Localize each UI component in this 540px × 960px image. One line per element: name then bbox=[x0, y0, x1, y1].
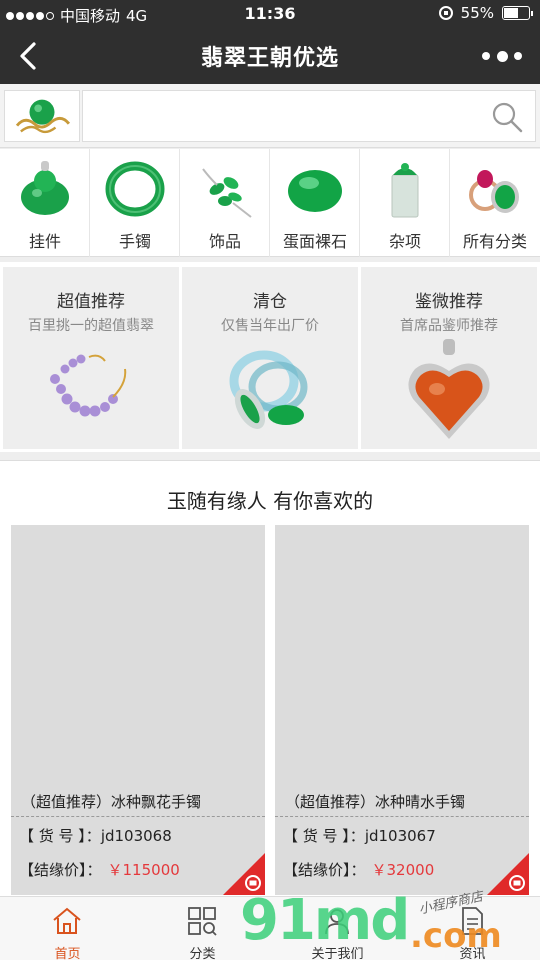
search-input[interactable] bbox=[82, 90, 536, 142]
product-image[interactable] bbox=[275, 525, 529, 783]
category-label: 蛋面裸石 bbox=[282, 232, 347, 251]
category-cabochon[interactable]: 蛋面裸石 bbox=[270, 149, 360, 257]
product-code-label: 【 货 号 】： bbox=[19, 827, 101, 845]
product-price-label: 【结缘价】： bbox=[283, 861, 366, 879]
battery-percent: 55% bbox=[460, 4, 494, 22]
jade-cabochon-icon bbox=[288, 170, 342, 212]
promo-title: 超值推荐 bbox=[57, 292, 125, 312]
product-price: ￥115000 bbox=[107, 861, 180, 879]
category-label: 所有分类 bbox=[462, 232, 527, 251]
document-icon bbox=[462, 907, 483, 935]
jade-bracelet-icon bbox=[105, 161, 165, 217]
product-price-label: 【结缘价】： bbox=[19, 861, 102, 879]
category-accessory[interactable]: 饰品 bbox=[180, 149, 270, 257]
jade-clearance-image bbox=[229, 350, 308, 429]
jade-seal-icon bbox=[391, 163, 419, 218]
video-badge-icon[interactable] bbox=[223, 853, 265, 895]
brand-logo[interactable] bbox=[4, 90, 80, 142]
amber-heart-pendant-image bbox=[408, 339, 490, 439]
tab-label: 首页 bbox=[54, 947, 81, 960]
category-label: 饰品 bbox=[208, 232, 241, 251]
product-card[interactable]: （超值推荐）冰种飘花手镯 【 货 号 】：jd103068 【结缘价】： ￥115… bbox=[11, 525, 265, 895]
tab-bar: 首页 分类 关于我们 资讯 bbox=[0, 896, 540, 960]
promo-subtitle: 百里挑一的超值翡翠 bbox=[28, 318, 154, 334]
promo-section: 超值推荐 百里挑一的超值翡翠 清仓 仅售当年出厂价 鉴微推荐 首席品鉴师推荐 bbox=[0, 262, 540, 452]
video-badge-icon[interactable] bbox=[487, 853, 529, 895]
users-icon bbox=[325, 909, 349, 935]
category-pendant[interactable]: 挂件 bbox=[0, 149, 90, 257]
category-grid: 挂件 手镯 饰品 蛋面裸石 杂项 所有分类 bbox=[0, 149, 540, 257]
tab-about[interactable]: 关于我们 bbox=[270, 897, 405, 960]
promo-value-recommend[interactable]: 超值推荐 百里挑一的超值翡翠 bbox=[3, 267, 179, 449]
status-bar: 中国移动 4G 11:36 55% bbox=[0, 0, 540, 28]
category-misc[interactable]: 杂项 bbox=[360, 149, 450, 257]
promo-title: 清仓 bbox=[253, 292, 287, 312]
product-code: jd103068 bbox=[100, 827, 172, 845]
jade-pendant-icon bbox=[21, 161, 69, 215]
promo-subtitle: 仅售当年出厂价 bbox=[221, 318, 319, 334]
tab-label: 分类 bbox=[189, 947, 216, 960]
grid-icon bbox=[188, 907, 217, 936]
page-title: 翡翠王朝优选 bbox=[200, 46, 339, 71]
search-icon[interactable] bbox=[491, 101, 523, 133]
product-grid: （超值推荐）冰种飘花手镯 【 货 号 】：jd103068 【结缘价】： ￥115… bbox=[0, 522, 540, 896]
jade-ring-icon bbox=[469, 170, 519, 213]
product-code-row: 【 货 号 】：jd103068 bbox=[11, 817, 265, 851]
product-name: （超值推荐）冰种飘花手镯 bbox=[11, 783, 265, 817]
product-name: （超值推荐）冰种晴水手镯 bbox=[275, 783, 529, 817]
category-bracelet[interactable]: 手镯 bbox=[90, 149, 180, 257]
tab-label: 关于我们 bbox=[311, 947, 364, 960]
category-label: 杂项 bbox=[388, 232, 421, 251]
tab-news[interactable]: 资讯 bbox=[405, 897, 540, 960]
jade-brooch-icon bbox=[202, 168, 252, 218]
product-price: ￥32000 bbox=[371, 861, 435, 879]
top-bar: 中国移动 4G 11:36 55% 翡翠王朝优选 bbox=[0, 0, 540, 84]
promo-expert-recommend[interactable]: 鉴微推荐 首席品鉴师推荐 bbox=[361, 267, 537, 449]
status-right: 55% bbox=[438, 4, 533, 22]
promo-title: 鉴微推荐 bbox=[415, 292, 483, 312]
navbar: 翡翠王朝优选 bbox=[0, 28, 540, 84]
tab-home[interactable]: 首页 bbox=[0, 897, 135, 960]
tab-category[interactable]: 分类 bbox=[135, 897, 270, 960]
search-bar bbox=[0, 84, 540, 148]
more-menu-button[interactable] bbox=[482, 44, 522, 68]
product-card[interactable]: （超值推荐）冰种晴水手镯 【 货 号 】：jd103067 【结缘价】： ￥320… bbox=[275, 525, 529, 895]
product-code-label: 【 货 号 】： bbox=[283, 827, 365, 845]
product-image[interactable] bbox=[11, 525, 265, 783]
product-code-row: 【 货 号 】：jd103067 bbox=[275, 817, 529, 851]
rotation-lock-icon bbox=[438, 6, 453, 20]
promo-clearance[interactable]: 清仓 仅售当年出厂价 bbox=[182, 267, 358, 449]
battery-icon bbox=[502, 6, 533, 20]
home-icon bbox=[53, 907, 81, 934]
tab-label: 资讯 bbox=[459, 947, 486, 960]
category-label: 手镯 bbox=[118, 232, 151, 251]
product-code: jd103067 bbox=[364, 827, 436, 845]
lavender-bead-bracelet-image bbox=[50, 354, 127, 417]
promo-subtitle: 首席品鉴师推荐 bbox=[400, 318, 498, 334]
category-label: 挂件 bbox=[28, 232, 61, 251]
category-all[interactable]: 所有分类 bbox=[450, 149, 540, 257]
recommend-heading: 玉随有缘人 有你喜欢的 bbox=[0, 460, 540, 522]
